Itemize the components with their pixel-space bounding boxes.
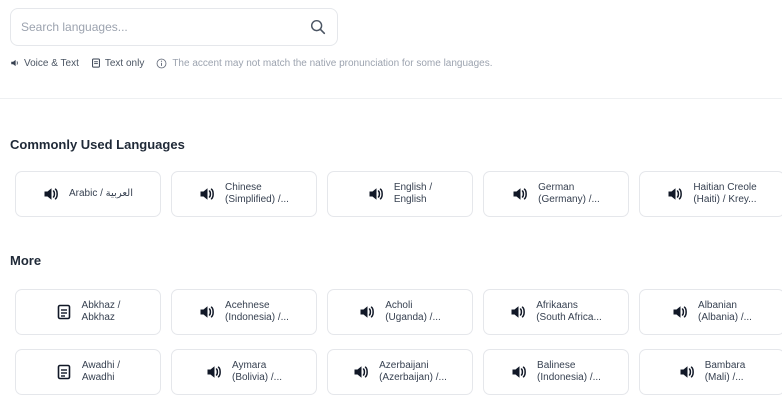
common-languages-row: Arabic / العربية Chinese (Simplified) /..… [15,171,782,217]
language-card[interactable]: Afrikaans (South Africa... [483,289,629,335]
accent-note: The accent may not match the native pron… [156,57,493,69]
language-card[interactable]: Azerbaijani (Azerbaijan) /... [327,349,473,395]
search-box[interactable] [10,8,338,46]
speaker-icon [353,364,369,380]
legend-voice-text: Voice & Text [10,58,79,69]
more-languages-row-1: Abkhaz / Abkhaz Acehnese (Indonesia) /...… [15,289,782,335]
speaker-icon [510,304,526,320]
speaker-icon [667,186,683,202]
language-card-label: Aymara (Bolivia) /... [231,360,282,383]
document-icon [91,58,100,68]
language-card-label: Haitian Creole (Haiti) / Krey... [693,182,757,205]
legend-text-only: Text only [91,58,144,69]
speaker-icon [43,186,59,202]
legend-voice-text-label: Voice & Text [24,57,79,69]
speaker-icon [511,364,527,380]
language-card[interactable]: English / English [327,171,473,217]
language-card[interactable]: Abkhaz / Abkhaz [15,289,161,335]
speaker-icon [199,186,215,202]
accent-note-text: The accent may not match the native pron… [172,57,493,69]
language-card[interactable]: Awadhi / Awadhi [15,349,161,395]
language-card[interactable]: Acehnese (Indonesia) /... [171,289,317,335]
language-card-label: Bambara (Mali) /... [704,360,746,383]
language-card[interactable]: Haitian Creole (Haiti) / Krey... [639,171,782,217]
language-card-label: Albanian (Albania) /... [698,300,752,323]
language-card-label: German (Germany) /... [538,182,600,205]
language-card[interactable]: Balinese (Indonesia) /... [483,349,629,395]
section-title-common: Commonly Used Languages [10,137,185,152]
speaker-icon [679,364,695,380]
language-card[interactable]: Arabic / العربية [15,171,161,217]
search-input[interactable] [21,9,301,45]
language-card[interactable]: German (Germany) /... [483,171,629,217]
language-card-label: Azerbaijani (Azerbaijan) /... [379,360,447,383]
language-card-label: Abkhaz / Abkhaz [81,300,121,323]
legend: Voice & Text Text only The accent may no… [10,56,493,70]
search-icon[interactable] [309,18,327,36]
language-card[interactable]: Chinese (Simplified) /... [171,171,317,217]
language-card-label: Balinese (Indonesia) /... [537,360,601,383]
language-card-label: Acehnese (Indonesia) /... [225,300,289,323]
speaker-icon [672,304,688,320]
language-card[interactable]: Bambara (Mali) /... [639,349,782,395]
legend-text-only-label: Text only [104,57,145,69]
language-card-label: Acholi (Uganda) /... [385,300,441,323]
divider [0,98,782,99]
language-card[interactable]: Albanian (Albania) /... [639,289,782,335]
document-icon [56,364,72,380]
language-card-label: Arabic / العربية [68,188,134,199]
language-card-label: Afrikaans (South Africa... [536,300,602,323]
section-title-more: More [10,253,42,268]
info-icon [156,58,167,68]
language-card-label: English / English [393,182,433,205]
speaker-icon [199,304,215,320]
speaker-icon [11,59,18,67]
speaker-icon [359,304,375,320]
speaker-icon [206,364,222,380]
language-card-label: Awadhi / Awadhi [81,360,121,383]
more-languages-row-2: Awadhi / Awadhi Aymara (Bolivia) /... Azer… [15,349,782,395]
language-card[interactable]: Aymara (Bolivia) /... [171,349,317,395]
speaker-icon [368,186,384,202]
document-icon [56,304,72,320]
language-card-label: Chinese (Simplified) /... [225,182,289,205]
speaker-icon [512,186,528,202]
language-card[interactable]: Acholi (Uganda) /... [327,289,473,335]
